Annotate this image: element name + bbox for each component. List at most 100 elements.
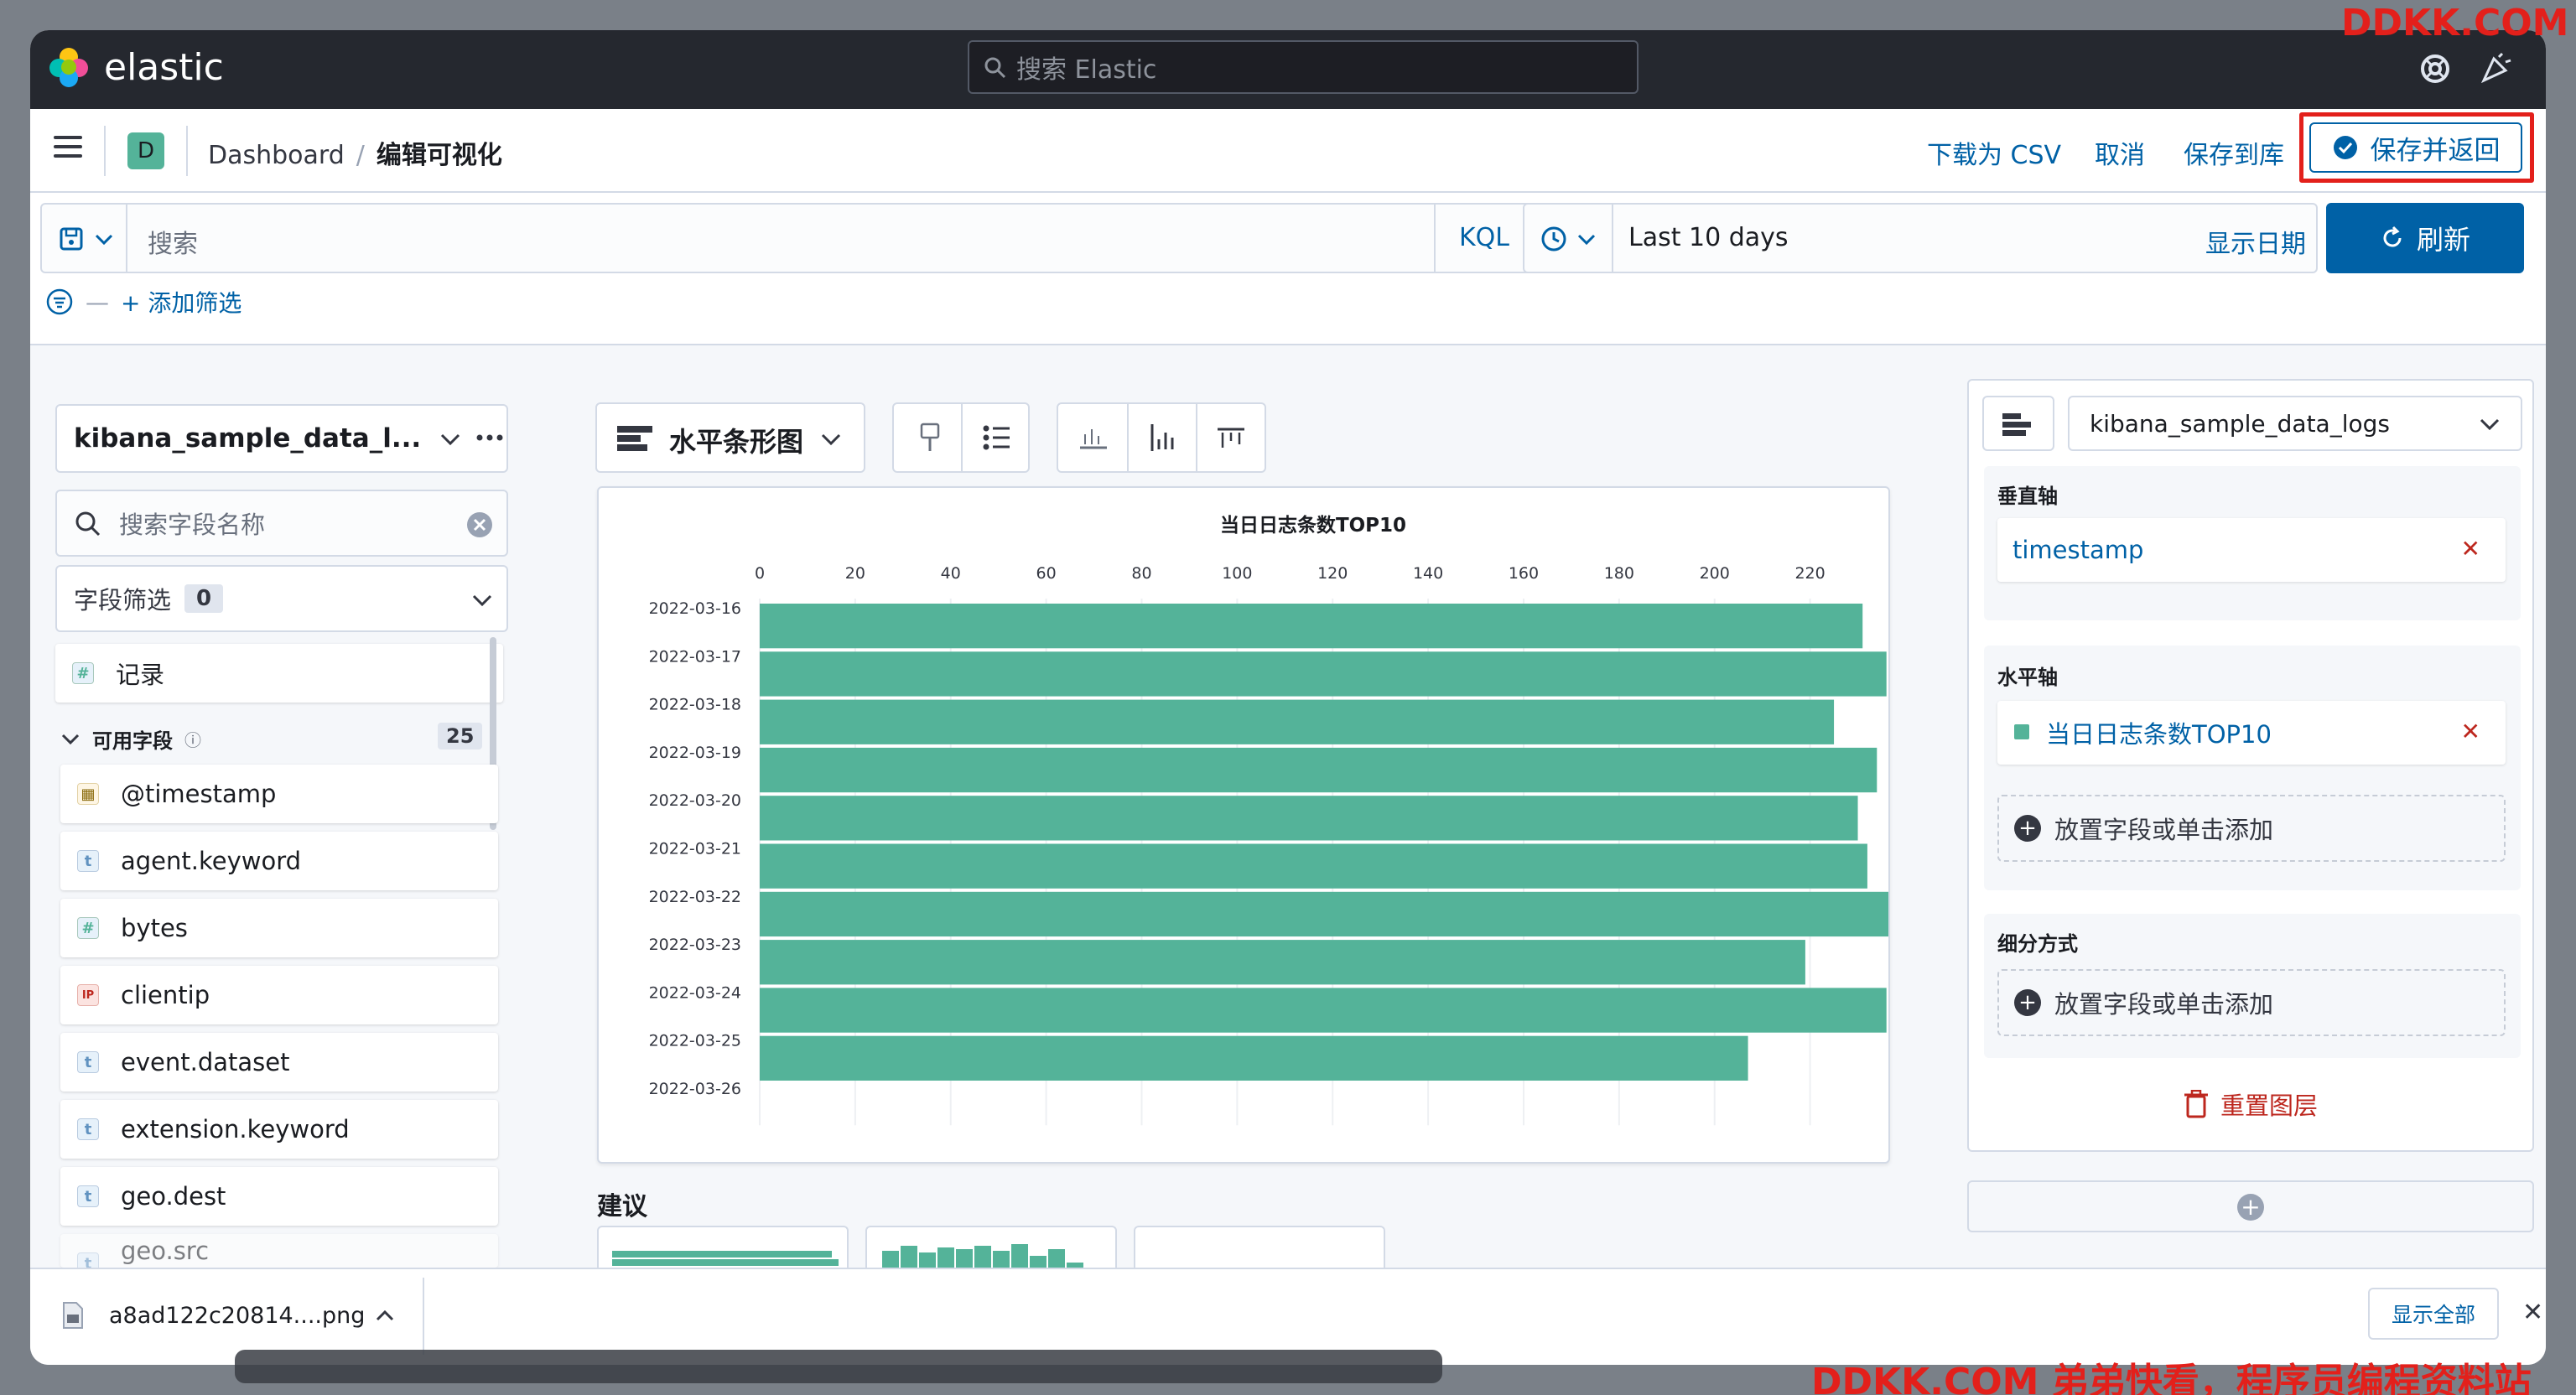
brand-name: elastic <box>104 45 224 89</box>
available-fields-header[interactable]: 可用字段 ⓘ <box>60 724 201 754</box>
chevron-up-icon[interactable] <box>374 1308 396 1323</box>
right-axis-icon[interactable] <box>1216 423 1246 453</box>
available-fields-label: 可用字段 <box>92 729 173 753</box>
bar <box>760 747 1877 793</box>
field-name: clientip <box>121 981 210 1009</box>
field-search-placeholder: 搜索字段名称 <box>119 511 266 539</box>
menu-toggle-icon[interactable] <box>54 136 82 158</box>
paintbrush-icon[interactable] <box>916 423 944 454</box>
field-item[interactable]: ▦ @timestamp <box>60 765 498 823</box>
y-tick-label: 2022-03-19 <box>649 744 741 762</box>
divider <box>1127 404 1129 471</box>
download-file-name[interactable]: a8ad122c20814....png <box>109 1303 365 1329</box>
breakdown-drop-zone[interactable]: + 放置字段或单击添加 <box>1997 969 2506 1036</box>
breadcrumb-current: 编辑可视化 <box>376 141 502 170</box>
y-tick-label: 2022-03-22 <box>649 888 741 906</box>
index-pattern-label: kibana_sample_data_l... <box>74 423 422 454</box>
y-tick-label: 2022-03-23 <box>649 936 741 954</box>
field-item[interactable]: t agent.keyword <box>60 832 498 890</box>
layer-index-select[interactable]: kibana_sample_data_logs <box>2068 396 2522 451</box>
clear-icon[interactable] <box>466 511 493 538</box>
elastic-logo[interactable]: elastic <box>47 45 224 89</box>
elastic-logo-icon <box>49 48 88 87</box>
left-axis-icon[interactable] <box>1147 423 1177 453</box>
newsfeed-icon[interactable] <box>2477 50 2514 87</box>
add-filter-row: — + 添加筛选 <box>45 285 242 319</box>
available-fields-count: 25 <box>438 723 483 749</box>
more-options-icon[interactable] <box>475 433 505 443</box>
breadcrumb-dashboard[interactable]: Dashboard <box>208 141 345 170</box>
field-item[interactable]: t geo.src <box>60 1234 498 1274</box>
refresh-label: 刷新 <box>2416 224 2470 256</box>
chevron-down-icon <box>821 433 841 446</box>
show-all-downloads-button[interactable]: 显示全部 <box>2368 1288 2499 1340</box>
space-avatar[interactable]: D <box>127 132 164 169</box>
cancel-link[interactable]: 取消 <box>2095 134 2145 171</box>
bar <box>760 699 1835 744</box>
global-search-input[interactable]: 搜索 Elastic <box>968 40 1639 94</box>
save-to-library-link[interactable]: 保存到库 <box>2184 134 2284 171</box>
time-range-value[interactable]: Last 10 days <box>1628 223 1789 252</box>
plus-circle-icon: + <box>2014 815 2041 842</box>
kql-toggle[interactable]: KQL <box>1459 223 1509 252</box>
reset-layer-button[interactable]: 重置图层 <box>2184 1086 2318 1122</box>
bar <box>760 604 1863 649</box>
refresh-button[interactable]: 刷新 <box>2326 203 2524 273</box>
clock-icon[interactable] <box>1540 225 1568 253</box>
search-icon <box>984 57 1006 79</box>
query-input[interactable]: 搜索 <box>148 223 198 260</box>
field-item[interactable]: t event.dataset <box>60 1033 498 1092</box>
close-icon[interactable]: ✕ <box>2522 1298 2543 1327</box>
x-tick-label: 120 <box>1317 564 1348 583</box>
remove-icon[interactable]: ✕ <box>2461 718 2480 745</box>
field-item[interactable]: t extension.keyword <box>60 1100 498 1159</box>
suggestion-thumb-bar <box>612 1251 832 1258</box>
bottom-axis-icon[interactable] <box>1078 423 1109 453</box>
field-item[interactable]: t geo.dest <box>60 1167 498 1226</box>
help-icon[interactable] <box>2417 50 2454 87</box>
field-item[interactable]: # bytes <box>60 899 498 957</box>
divider <box>186 126 188 176</box>
remove-icon[interactable]: ✕ <box>2461 535 2480 563</box>
horizontal-axis-drop-zone[interactable]: + 放置字段或单击添加 <box>1997 795 2506 862</box>
add-layer-button[interactable]: + <box>1967 1180 2534 1232</box>
field-name: geo.dest <box>121 1182 226 1211</box>
legend-icon[interactable] <box>981 423 1011 453</box>
chevron-down-icon <box>2480 418 2500 431</box>
bar <box>760 891 1892 937</box>
chart-type-select[interactable]: 水平条形图 <box>595 402 865 473</box>
time-picker: Last 10 days 显示日期 <box>1523 203 2318 273</box>
top-nav-bar: elastic 搜索 Elastic <box>30 30 2546 109</box>
divider <box>104 126 106 176</box>
field-item[interactable]: IP clientip <box>60 966 498 1024</box>
layer-index-label: kibana_sample_data_logs <box>2090 409 2390 438</box>
chevron-down-icon[interactable] <box>1576 231 1597 248</box>
save-and-return-button[interactable]: 保存并返回 <box>2309 122 2522 173</box>
field-list-panel: kibana_sample_data_l... 搜索字段名称 字段筛选 0 # … <box>30 345 533 1274</box>
x-tick-label: 60 <box>1036 564 1057 583</box>
chevron-down-icon <box>440 433 460 446</box>
number-token-icon: # <box>77 917 99 939</box>
records-label: 记录 <box>116 661 165 689</box>
chart-panel: 当日日志条数TOP10 0 20 40 60 80 100 120 140 160 180 200 22… <box>597 486 1892 1164</box>
add-filter-button[interactable]: + 添加筛选 <box>121 285 242 319</box>
field-filter-dropdown[interactable]: 字段筛选 0 <box>55 565 508 632</box>
layer-type-button[interactable] <box>1982 396 2054 451</box>
show-dates-link[interactable]: 显示日期 <box>2205 223 2306 260</box>
records-field[interactable]: # 记录 <box>55 644 503 703</box>
field-search-input[interactable]: 搜索字段名称 <box>55 490 508 557</box>
horizontal-axis-label: 水平轴 <box>1997 666 2058 689</box>
x-tick-label: 40 <box>941 564 961 583</box>
download-csv-link[interactable]: 下载为 CSV <box>1927 134 2061 171</box>
breakdown-section: 细分方式 + 放置字段或单击添加 <box>1984 914 2521 1058</box>
filter-icon[interactable] <box>45 288 74 316</box>
index-pattern-select[interactable]: kibana_sample_data_l... <box>55 404 508 473</box>
x-tick-label: 80 <box>1131 564 1151 583</box>
saved-query-icon[interactable] <box>59 226 84 252</box>
series-color-swatch <box>2014 724 2029 739</box>
horizontal-axis-field[interactable]: 当日日志条数TOP10 ✕ <box>1997 701 2506 765</box>
chevron-down-icon[interactable] <box>94 231 114 248</box>
style-toolbar-group <box>892 402 1030 473</box>
vertical-axis-field[interactable]: timestamp ✕ <box>1997 518 2506 582</box>
app-header: D Dashboard / 编辑可视化 下载为 CSV 取消 保存到库 保存并返回 <box>30 109 2546 193</box>
